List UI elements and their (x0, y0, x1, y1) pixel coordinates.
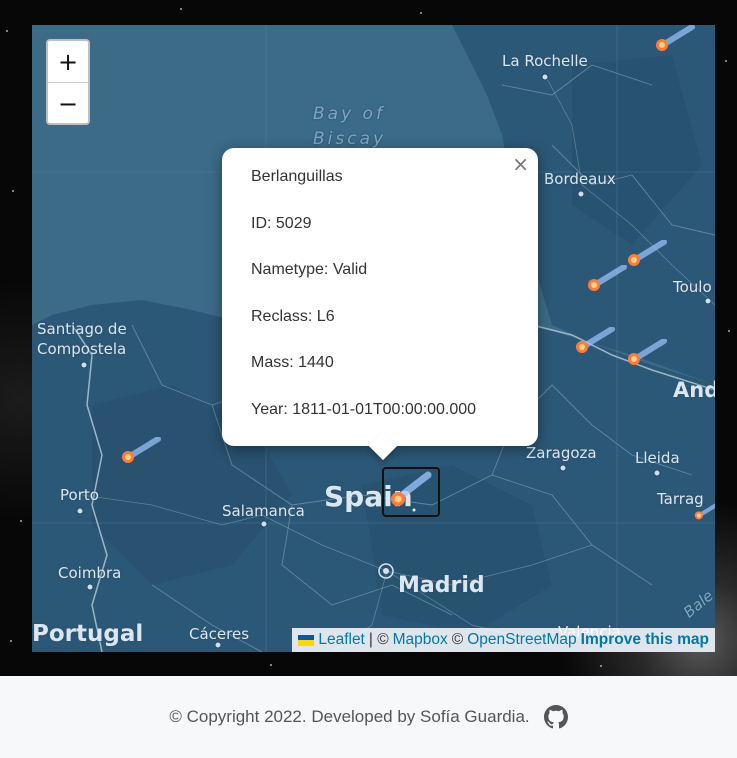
map-label-lleida: Lleida (635, 449, 680, 467)
meteorite-marker[interactable] (118, 437, 162, 467)
attribution-separator: © (451, 631, 464, 648)
zoom-control: + − (46, 39, 90, 125)
selected-meteorite-marker[interactable] (382, 467, 440, 517)
meteorite-marker[interactable] (652, 25, 696, 55)
map-label-santiago-1: Santiago de (37, 320, 127, 338)
meteorite-name: Berlanguillas (251, 168, 343, 185)
map-label-coimbra: Coimbra (58, 564, 122, 582)
meteorite-marker[interactable] (692, 497, 715, 527)
meteorite-marker[interactable] (572, 327, 616, 357)
popup-close-button[interactable]: × (512, 152, 529, 176)
space-background: + − La Rochelle Bay of Biscay Bordeaux T… (0, 0, 737, 676)
meteorite-marker[interactable] (624, 240, 668, 270)
map-label-toulouse: Toulo (673, 278, 712, 296)
mapbox-link[interactable]: Mapbox (393, 631, 448, 649)
improve-map-link[interactable]: Improve this map (581, 631, 709, 649)
meteorite-mass: Mass: 1440 (251, 354, 334, 371)
copyright-text: © Copyright 2022. Developed by Sofía Gua… (169, 707, 530, 726)
meteorite-nametype: Nametype: Valid (251, 261, 368, 278)
map-label-santiago-2: Compostela (37, 340, 127, 358)
zoom-out-button[interactable]: − (48, 83, 88, 124)
map-label-la-rochelle: La Rochelle (502, 52, 588, 70)
map-attribution: Leaflet | © Mapbox © OpenStreetMap Impro… (292, 628, 715, 652)
meteorite-year: Year: 1811-01-01T00:00:00.000 (251, 401, 477, 418)
map-label-caceres: Cáceres (189, 625, 250, 643)
map-label-porto: Porto (60, 486, 99, 504)
meteorite-marker[interactable] (624, 339, 668, 369)
map-label-madrid: Madrid (398, 573, 485, 598)
ukraine-flag-icon (298, 634, 315, 646)
openstreetmap-link[interactable]: OpenStreetMap (467, 631, 576, 649)
map-label-salamanca: Salamanca (222, 502, 305, 520)
leaflet-link[interactable]: Leaflet (318, 631, 365, 649)
meteorite-reclass: Reclass: L6 (251, 308, 335, 325)
meteorite-id: ID: 5029 (251, 215, 312, 232)
meteorite-marker[interactable] (584, 265, 628, 295)
map-label-bordeaux: Bordeaux (544, 170, 616, 188)
map-label-zaragoza: Zaragoza (526, 444, 597, 462)
map-label-portugal: Portugal (32, 621, 144, 647)
attribution-separator: | © (368, 631, 389, 648)
map-label-bay-of-biscay-1: Bay of (313, 104, 385, 124)
map-label-bay-of-biscay-2: Biscay (313, 129, 387, 149)
github-icon[interactable] (543, 705, 568, 729)
map-label-andorra: And (673, 378, 715, 402)
footer: © Copyright 2022. Developed by Sofía Gua… (0, 676, 737, 758)
zoom-in-button[interactable]: + (48, 41, 88, 83)
meteorite-popup: × Berlanguillas ID: 5029 Nametype: Valid… (222, 148, 538, 461)
